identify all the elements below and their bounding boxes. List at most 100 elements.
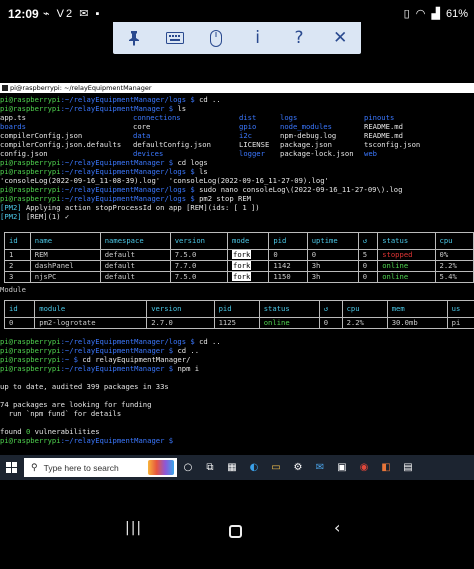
cell-value: 0 bbox=[362, 261, 368, 270]
terminal-line: pi@raspberrypi:~/relayEquipmentManager $… bbox=[0, 346, 199, 355]
table-row: 2 dashPanel default 7.7.0 fork 1142 3h 0 online 2… bbox=[4, 260, 474, 272]
info-icon[interactable]: i bbox=[244, 24, 272, 52]
table-header: mode bbox=[227, 232, 270, 250]
prompt-user: pi@raspberrypi bbox=[0, 167, 61, 176]
table-cell: 7.5.0 bbox=[169, 249, 229, 261]
cell-value: 5.4% bbox=[439, 272, 457, 281]
table-cell: 7.7.0 bbox=[169, 260, 229, 272]
table-cell: 5 bbox=[357, 249, 379, 261]
ls-entry: i2c bbox=[239, 131, 252, 140]
edge-icon[interactable]: ◐ bbox=[243, 455, 265, 480]
mouse-icon[interactable] bbox=[202, 24, 230, 52]
cell-value: 2.2% bbox=[346, 318, 364, 327]
table-cell: fork bbox=[227, 260, 270, 272]
ls-entry: logger bbox=[239, 149, 265, 158]
file-explorer-icon[interactable]: ▭ bbox=[265, 455, 287, 480]
notification-icons: ⌁ V2 ✉ ▪ bbox=[43, 8, 102, 20]
windows-logo-icon bbox=[5, 462, 17, 473]
command-text: cd logs bbox=[177, 158, 208, 167]
table-cell: 1150 bbox=[268, 271, 308, 283]
mail-icon[interactable]: ✉ bbox=[309, 455, 331, 480]
search-icon: ⚲ bbox=[31, 462, 38, 472]
back-button[interactable]: ‹ bbox=[334, 518, 340, 537]
close-icon[interactable]: ✕ bbox=[326, 24, 354, 52]
cell-value: 0 bbox=[273, 250, 278, 259]
ls-entry: README.md bbox=[364, 131, 403, 140]
table-cell: fork bbox=[227, 249, 270, 261]
output-text: found bbox=[0, 427, 26, 436]
cell-value: 1142 bbox=[273, 261, 291, 270]
cell-value: 2.7.0 bbox=[151, 318, 173, 327]
help-icon[interactable]: ? bbox=[285, 24, 313, 52]
wifi-icon: ◠ bbox=[415, 8, 426, 20]
table-header: mem bbox=[386, 300, 448, 318]
windows-start-button[interactable] bbox=[0, 455, 22, 480]
prompt-path: :~ $ bbox=[60, 355, 83, 364]
cell-value: 7.5.0 bbox=[174, 250, 197, 259]
terminal-line: pi@raspberrypi:~/relayEquipmentManager/l… bbox=[0, 95, 221, 104]
command-text: ls bbox=[177, 104, 187, 113]
table-cell: default bbox=[99, 271, 171, 283]
output-text: up to date, audited 399 packages in 33s bbox=[0, 382, 169, 391]
prompt-user: pi@raspberrypi bbox=[0, 346, 61, 355]
cortana-icon[interactable]: ○ bbox=[177, 455, 199, 480]
terminal-line: pi@raspberrypi:~/relayEquipmentManager/l… bbox=[0, 194, 251, 203]
cell-value: 1 bbox=[9, 250, 14, 259]
terminal-line: 74 packages are looking for funding bbox=[0, 400, 151, 409]
recent-apps-button[interactable]: ||| bbox=[125, 520, 142, 536]
cell-value: 0 bbox=[362, 272, 368, 281]
keyboard-icon[interactable] bbox=[161, 24, 189, 52]
table-cell: pm2-logrotate bbox=[34, 317, 148, 329]
prompt-path: :~/relayEquipmentManager $ bbox=[60, 436, 178, 445]
settings-icon[interactable]: ⚙ bbox=[287, 455, 309, 480]
ls-entry: web bbox=[364, 149, 377, 158]
cell-value: 3h bbox=[311, 261, 321, 270]
terminal-line: run `npm fund` for details bbox=[0, 409, 122, 418]
table-cell: 5.4% bbox=[434, 271, 474, 283]
terminal-window[interactable]: id name namespace version mode pid uptime ↺ stat… bbox=[0, 93, 474, 455]
terminal-line: pi@raspberrypi:~/relayEquipmentManager $… bbox=[0, 158, 208, 167]
pin-icon[interactable] bbox=[120, 24, 148, 52]
office-icon[interactable]: ◧ bbox=[375, 455, 397, 480]
cell-value: 1125 bbox=[218, 318, 236, 327]
table-header: id bbox=[4, 232, 31, 250]
prompt-user: pi@raspberrypi bbox=[0, 436, 61, 445]
module-heading: Module bbox=[0, 285, 26, 294]
prompt-user: pi@raspberrypi bbox=[0, 355, 61, 364]
cell-value: 0 bbox=[9, 318, 14, 327]
command-text: npm i bbox=[177, 364, 200, 373]
table-cell: online bbox=[377, 260, 436, 272]
table-header: namespace bbox=[99, 232, 171, 250]
prompt-path: :~/relayEquipmentManager/logs $ bbox=[60, 194, 200, 203]
table-cell: 2.2% bbox=[341, 317, 388, 329]
home-button[interactable] bbox=[229, 525, 242, 538]
table-header: cpu bbox=[341, 300, 388, 318]
photos-icon[interactable]: ▣ bbox=[331, 455, 353, 480]
terminal-icon[interactable]: ▤ bbox=[397, 455, 419, 480]
table-header: pid bbox=[213, 300, 260, 318]
widgets-icon[interactable]: ▦ bbox=[221, 455, 243, 480]
cell-value: 0% bbox=[439, 250, 449, 259]
terminal-line: [PM2] Applying action stopProcessId on a… bbox=[0, 203, 260, 212]
output-text: Applying action stopProcessId on app [RE… bbox=[21, 203, 260, 212]
output-text: 'consoleLog(2022-09-16_11-08-39).log' 'c… bbox=[0, 176, 329, 185]
ls-entry: boards bbox=[0, 122, 26, 131]
chrome-icon[interactable]: ◉ bbox=[353, 455, 375, 480]
ls-entry: defaultConfig.json bbox=[133, 140, 211, 149]
table-cell: 2 bbox=[4, 260, 31, 272]
output-text: [REM](1) ✓ bbox=[21, 212, 70, 221]
command-text: cd .. bbox=[199, 337, 221, 346]
taskbar-search-box[interactable]: ⚲ Type here to search bbox=[24, 458, 177, 477]
pm2-tag: [PM2] bbox=[0, 203, 22, 212]
task-view-icon[interactable]: ⧉ bbox=[199, 455, 221, 480]
cell-value: 30.0mb bbox=[391, 318, 418, 327]
table-cell: 2.7.0 bbox=[146, 317, 215, 329]
terminal-line: pi@raspberrypi:~/relayEquipmentManager $… bbox=[0, 364, 199, 373]
cell-value: default bbox=[104, 272, 136, 281]
search-placeholder: Type here to search bbox=[43, 462, 119, 473]
cell-value: REM bbox=[34, 250, 48, 259]
terminal-title: pi@raspberrypi: ~/relayEquipmentManager bbox=[10, 84, 152, 92]
cell-value: 2 bbox=[9, 261, 14, 270]
ls-entry: node_modules bbox=[280, 122, 332, 131]
ls-entry: tsconfig.json bbox=[364, 140, 421, 149]
